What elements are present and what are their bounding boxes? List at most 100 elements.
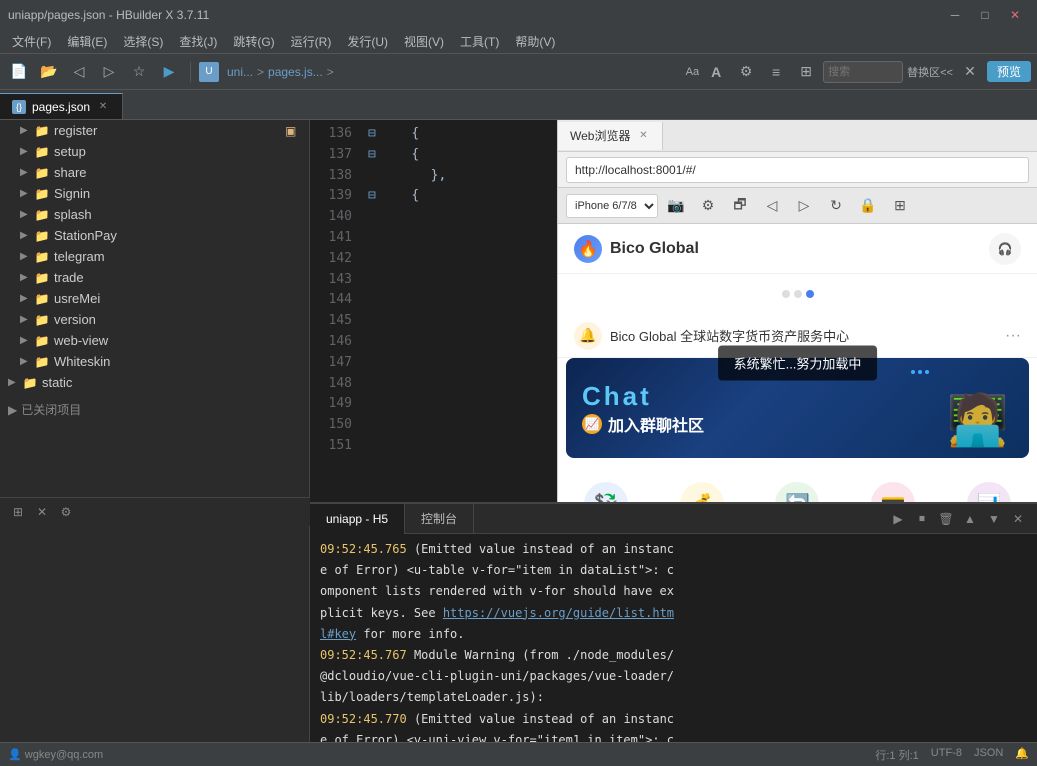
sidebar-tb-btn1[interactable]: ⊞ xyxy=(8,502,28,522)
feature-chongbi[interactable]: 💰 充币 xyxy=(654,474,750,502)
menu-release[interactable]: 发行(U) xyxy=(339,31,396,52)
back-button[interactable]: ◁ xyxy=(66,59,92,85)
sidebar-tb-btn2[interactable]: ✕ xyxy=(32,502,52,522)
forward-button[interactable]: ▷ xyxy=(96,59,122,85)
folder-icon-setup: 📁 xyxy=(34,145,50,159)
bp-tab-uniapp[interactable]: uniapp - H5 xyxy=(310,504,405,534)
menu-edit[interactable]: 编辑(E) xyxy=(59,31,115,52)
fold-143[interactable]: ⊟ xyxy=(368,145,380,166)
breadcrumb-project[interactable]: uni... xyxy=(227,65,253,79)
notif-more-icon[interactable]: ··· xyxy=(1005,327,1021,345)
menu-view[interactable]: 视图(V) xyxy=(396,31,452,52)
bp-run-button[interactable]: ▶ xyxy=(887,508,909,530)
tree-item-stationpay[interactable]: ▶ 📁 StationPay xyxy=(0,225,309,246)
notification-bell[interactable]: 🔔 xyxy=(1015,747,1029,763)
dot-2 xyxy=(794,290,802,298)
bp-clear-button[interactable]: 🗑 xyxy=(935,508,957,530)
code-content[interactable]: ⊟ { ⊟ { }, ⊟ { xyxy=(360,120,557,502)
bp-down-button[interactable]: ▼ xyxy=(983,508,1005,530)
tree-item-splash[interactable]: ▶ 📁 splash xyxy=(0,204,309,225)
open-button[interactable]: 📂 xyxy=(36,59,62,85)
lock-button[interactable]: 🔒 xyxy=(854,192,882,220)
console-link-2[interactable]: l#key xyxy=(320,627,356,641)
tree-item-usremei[interactable]: ▶ 📁 usreMei xyxy=(0,288,309,309)
close-search-button[interactable]: ✕ xyxy=(957,59,983,85)
menu-select[interactable]: 选择(S) xyxy=(115,31,171,52)
bold-button[interactable]: A xyxy=(703,59,729,85)
console-line-6: 09:52:45.767 Module Warning (from ./node… xyxy=(320,646,1027,665)
tree-item-setup[interactable]: ▶ 📁 setup xyxy=(0,141,309,162)
menu-help[interactable]: 帮助(V) xyxy=(507,31,563,52)
bp-stop-button[interactable]: ⏹ xyxy=(911,508,933,530)
split-button[interactable]: ⊞ xyxy=(793,59,819,85)
screenshot-button[interactable]: 📷 xyxy=(662,192,690,220)
menu-run[interactable]: 运行(R) xyxy=(283,31,340,52)
feature-zichan[interactable]: 📊 资产 xyxy=(941,474,1037,502)
console-line-3: omponent lists rendered with v-for shoul… xyxy=(320,582,1027,601)
breadcrumb-file[interactable]: pages.js... xyxy=(268,65,323,79)
inspect-button[interactable]: ⚙ xyxy=(694,192,722,220)
feature-icon-fabi: 💱 xyxy=(584,482,628,502)
tree-item-static[interactable]: ▶ 📁 static xyxy=(0,372,309,393)
header-right-btn[interactable]: 🎧 xyxy=(989,233,1021,265)
maximize-button[interactable]: □ xyxy=(971,4,999,26)
ln-149: 149 xyxy=(318,394,352,415)
console-line-5: l#key for more info. xyxy=(320,625,1027,644)
fold-140[interactable]: ⊟ xyxy=(368,124,380,145)
tab-label-pages: pages.json xyxy=(32,100,90,114)
banner-dots xyxy=(911,370,929,374)
search-input[interactable] xyxy=(823,61,903,83)
menu-jump[interactable]: 跳转(G) xyxy=(225,31,282,52)
folder-icon-trade: 📁 xyxy=(34,271,50,285)
tree-arrow-trade: ▶ xyxy=(20,272,34,283)
browser-tab-web[interactable]: Web浏览器 ✕ xyxy=(558,122,663,150)
feature-icon-zichan: 📊 xyxy=(967,482,1011,502)
minimize-button[interactable]: ─ xyxy=(941,4,969,26)
menu-find[interactable]: 查找(J) xyxy=(171,31,225,52)
console-link-1[interactable]: https://vuejs.org/guide/list.htm xyxy=(443,606,674,620)
feature-huazhuan[interactable]: 🔄 划转 xyxy=(750,474,846,502)
address-bar xyxy=(558,152,1037,188)
tree-item-whiteskin[interactable]: ▶ 📁 Whiteskin xyxy=(0,351,309,372)
qr-button[interactable]: ⊞ xyxy=(886,192,914,220)
bp-up-button[interactable]: ▲ xyxy=(959,508,981,530)
tree-item-share[interactable]: ▶ 📁 share xyxy=(0,162,309,183)
device-select[interactable]: iPhone 6/7/8 iPhone X iPad xyxy=(566,194,658,218)
address-input[interactable] xyxy=(566,157,1029,183)
menu-file[interactable]: 文件(F) xyxy=(4,31,59,52)
tab-pages-json[interactable]: {} pages.json ✕ xyxy=(0,93,123,119)
options-button[interactable]: ⚙ xyxy=(733,59,759,85)
tree-label-usremei: usreMei xyxy=(54,291,301,306)
folder-icon-telegram: 📁 xyxy=(34,250,50,264)
run-button[interactable]: ▶ xyxy=(156,59,182,85)
closed-arrow: ▶ xyxy=(8,403,17,417)
sidebar-tb-btn3[interactable]: ⚙ xyxy=(56,502,76,522)
feature-fabi[interactable]: 💱 法币 xyxy=(558,474,654,502)
bp-tab-console[interactable]: 控制台 xyxy=(405,504,474,534)
bookmark-button[interactable]: ☆ xyxy=(126,59,152,85)
filter-button[interactable]: ≡ xyxy=(763,59,789,85)
new-window-button[interactable]: 🗗 xyxy=(726,192,754,220)
tree-item-version[interactable]: ▶ 📁 version xyxy=(0,309,309,330)
back-nav-button[interactable]: ◁ xyxy=(758,192,786,220)
new-file-button[interactable]: 📄 xyxy=(6,59,32,85)
preview-button[interactable]: 预览 xyxy=(987,61,1031,82)
feature-tibi[interactable]: 💳 提币 xyxy=(845,474,941,502)
tree-item-trade[interactable]: ▶ 📁 trade xyxy=(0,267,309,288)
close-button[interactable]: ✕ xyxy=(1001,4,1029,26)
tree-item-register[interactable]: ▶ 📁 register ▣ xyxy=(0,120,309,141)
bp-close-button[interactable]: ✕ xyxy=(1007,508,1029,530)
forward-nav-button[interactable]: ▷ xyxy=(790,192,818,220)
menu-tools[interactable]: 工具(T) xyxy=(452,31,507,52)
tab-close-pages[interactable]: ✕ xyxy=(96,100,110,114)
tree-item-telegram[interactable]: ▶ 📁 telegram xyxy=(0,246,309,267)
console-line-7: @dcloudio/vue-cli-plugin-uni/packages/vu… xyxy=(320,667,1027,686)
tree-item-webview[interactable]: ▶ 📁 web-view xyxy=(0,330,309,351)
folder-icon-share: 📁 xyxy=(34,166,50,180)
toolbar: 📄 📂 ◁ ▷ ☆ ▶ U uni... > pages.js... > Aa … xyxy=(0,54,1037,90)
browser-tab-close[interactable]: ✕ xyxy=(636,129,650,143)
tree-item-signin[interactable]: ▶ 📁 Signin xyxy=(0,183,309,204)
refresh-button[interactable]: ↻ xyxy=(822,192,850,220)
fold-150[interactable]: ⊟ xyxy=(368,186,380,207)
closed-section-header[interactable]: ▶ 已关闭项目 xyxy=(0,397,309,422)
